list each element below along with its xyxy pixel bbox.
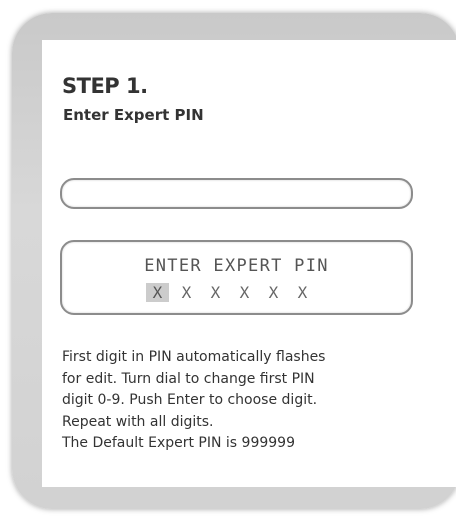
instruction-line: digit 0-9. Push Enter to choose digit. <box>62 392 318 408</box>
pin-digit-5: X <box>268 283 279 302</box>
lcd-display: ENTER EXPERT PIN X X X X X X <box>60 240 413 315</box>
progress-bar-display <box>60 178 413 209</box>
step-subtitle: Enter Expert PIN <box>63 106 204 124</box>
instructions: First digit in PIN automatically flashes… <box>62 347 442 455</box>
pin-digit-3: X <box>210 283 221 302</box>
pin-digit-2: X <box>181 283 192 302</box>
instruction-line: for edit. Turn dial to change first PIN <box>62 370 315 387</box>
pin-entry-row: X X X X X X <box>146 283 320 303</box>
pin-digit-6: X <box>297 283 308 302</box>
pin-digit-1: X <box>146 283 169 302</box>
page: STEP 1. Enter Expert PIN ENTER EXPERT PI… <box>0 0 456 517</box>
instruction-line: The Default Expert PIN is 999999 <box>62 435 295 451</box>
step-title: STEP 1. <box>62 74 148 98</box>
instruction-line: First digit in PIN automatically flashes <box>62 349 326 365</box>
instruction-line: Repeat with all digits. <box>62 413 214 430</box>
pin-digit-4: X <box>239 283 250 302</box>
lcd-prompt-text: ENTER EXPERT PIN <box>144 256 329 276</box>
